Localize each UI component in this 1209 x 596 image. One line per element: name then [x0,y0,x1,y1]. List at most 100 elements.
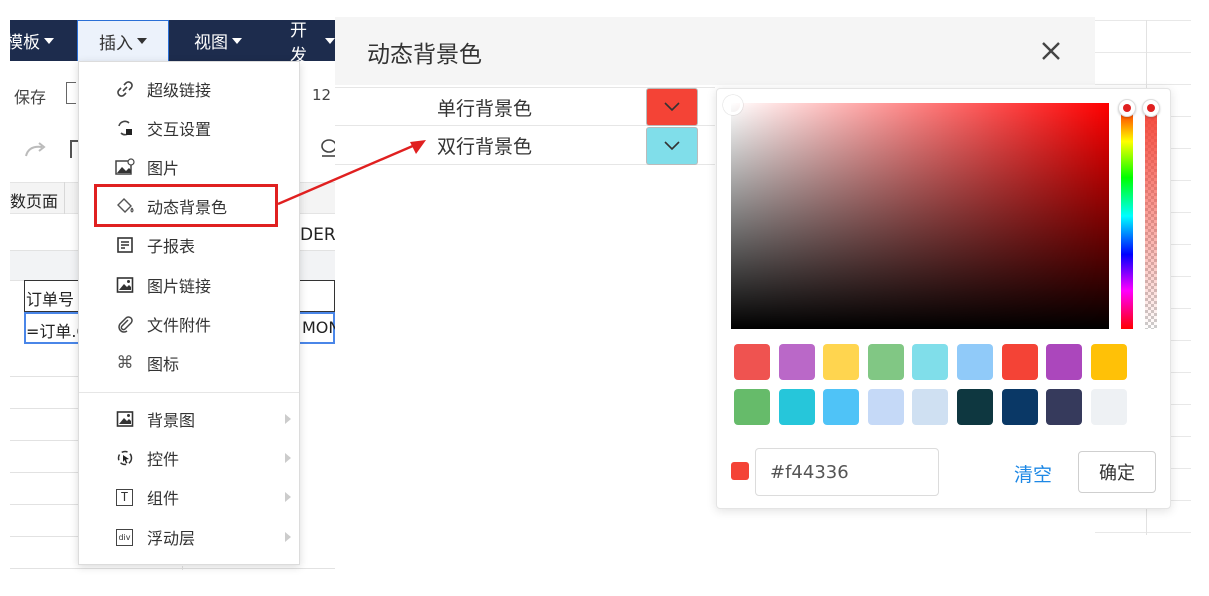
preset-swatch[interactable] [1001,389,1038,425]
subreport-icon [115,235,135,255]
menu-item-label: 图片链接 [147,277,212,296]
text-component-icon: T [116,488,133,506]
saturation-value-area[interactable] [723,95,1109,329]
preset-swatch[interactable] [823,389,860,425]
chevron-down-icon [664,102,680,112]
double-bg-color-button[interactable] [646,127,698,165]
color-picker-panel: 清空 确定 [716,88,1171,509]
menu-insert[interactable]: 插入 [77,20,169,61]
menu-item-attachment[interactable]: 文件附件 [79,305,299,343]
menu-item-label: 组件 [147,489,180,508]
menu-item-control[interactable]: 控件 [79,439,299,477]
preset-swatch[interactable] [1090,344,1127,380]
menu-item-subreport[interactable]: 子报表 [79,226,299,264]
row-single-bg: 单行背景色 [335,87,715,126]
preset-swatch[interactable] [912,344,949,380]
grid-line [10,536,80,537]
menu-item-label: 交互设置 [147,120,212,139]
preset-swatch[interactable] [734,389,770,425]
grid-line [10,408,80,409]
preset-swatch[interactable] [778,344,815,380]
preset-swatch[interactable] [867,344,904,380]
preset-swatch[interactable] [912,389,949,425]
hue-slider-knob[interactable] [1118,99,1136,117]
menu-view[interactable]: 视图 [194,20,264,61]
tab-divider [64,182,65,214]
chevron-down-icon [232,37,242,44]
menu-insert-label: 插入 [99,33,133,54]
menu-template-label: 模板 [6,33,40,53]
dialog-header: 动态背景色 [335,17,1095,85]
preset-swatch[interactable] [1001,344,1038,380]
close-icon[interactable] [1035,35,1067,67]
menu-item-component[interactable]: T 组件 [79,478,299,516]
chevron-down-icon [137,38,147,44]
menu-item-image-link[interactable]: 图片链接 [79,266,299,304]
chevron-down-icon [44,37,54,44]
single-bg-color-button[interactable] [646,88,698,126]
paperclip-icon [115,314,135,334]
preset-swatch[interactable] [867,389,904,425]
menu-item-label: 超级链接 [147,81,212,100]
insert-dropdown-menu: 超级链接 交互设置 图片 动态背景色 子报表 图片链接 文件附件 ⌘ 图标 背景… [78,61,300,565]
submenu-arrow-icon [285,532,291,542]
menu-item-image[interactable]: 图片 [79,148,299,186]
redo-icon[interactable] [24,140,48,158]
hex-color-input[interactable] [755,448,939,496]
confirm-button[interactable]: 确定 [1078,451,1156,493]
preset-swatch[interactable] [778,389,815,425]
cell-formula-text: =订单.C [26,322,78,341]
command-icon: ⌘ [116,353,134,373]
preset-swatch[interactable] [1046,389,1083,425]
grid-line [10,472,80,473]
chevron-down-icon [325,37,335,44]
sv-handle[interactable] [723,95,743,115]
preset-swatch[interactable] [1046,344,1083,380]
submenu-arrow-icon [285,492,291,502]
menu-item-icon[interactable]: ⌘ 图标 [79,344,299,382]
menu-template[interactable]: 模板 [6,20,76,61]
dialog-title: 动态背景色 [367,42,482,68]
div-icon: div [116,528,133,546]
menubar: 模板 插入 视图 开发 [6,20,335,66]
menu-dev[interactable]: 开发 [290,20,335,66]
preset-swatch[interactable] [734,344,770,380]
clear-button[interactable]: 清空 [1014,460,1052,487]
menu-item-label: 背景图 [147,411,196,430]
alpha-slider[interactable] [1142,99,1160,329]
menu-item-label: 文件附件 [147,316,212,335]
submenu-arrow-icon [285,453,291,463]
save-button[interactable]: 保存 [14,84,46,108]
toolbar-partial-icon [70,140,78,158]
image-icon [115,157,135,177]
menu-item-label: 图片 [147,159,180,178]
image-link-icon [115,275,135,295]
preset-swatch[interactable] [1090,389,1127,425]
chevron-down-icon [664,141,680,151]
cell-mon-text: MON [302,318,335,337]
preset-swatch[interactable] [823,344,860,380]
menu-item-interaction[interactable]: 交互设置 [79,109,299,147]
cell-order-no-text: 订单号 [26,290,75,309]
grid-line [182,566,183,570]
font-size-value[interactable]: 12 [312,86,331,104]
grid-line [10,504,80,505]
preset-swatch[interactable] [957,389,993,425]
control-icon [115,448,135,468]
annotation-arrow [277,140,426,206]
sheet-tab[interactable]: 数页面 [10,188,58,212]
save-file-icon [66,82,76,104]
menu-divider [79,392,299,393]
interaction-icon [115,118,135,138]
row-double-bg-label: 双行背景色 [437,136,533,158]
menu-item-label: 浮动层 [147,529,196,548]
menu-item-background-image[interactable]: 背景图 [79,400,299,438]
menu-item-hyperlink[interactable]: 超级链接 [79,70,299,108]
hue-slider[interactable] [1118,99,1136,329]
preset-swatch[interactable] [957,344,993,380]
current-color-swatch [731,462,749,480]
menu-item-label: 图标 [147,355,180,374]
alpha-slider-knob[interactable] [1142,99,1160,117]
grid-line [10,376,80,377]
menu-item-floating-layer[interactable]: div 浮动层 [79,518,299,556]
